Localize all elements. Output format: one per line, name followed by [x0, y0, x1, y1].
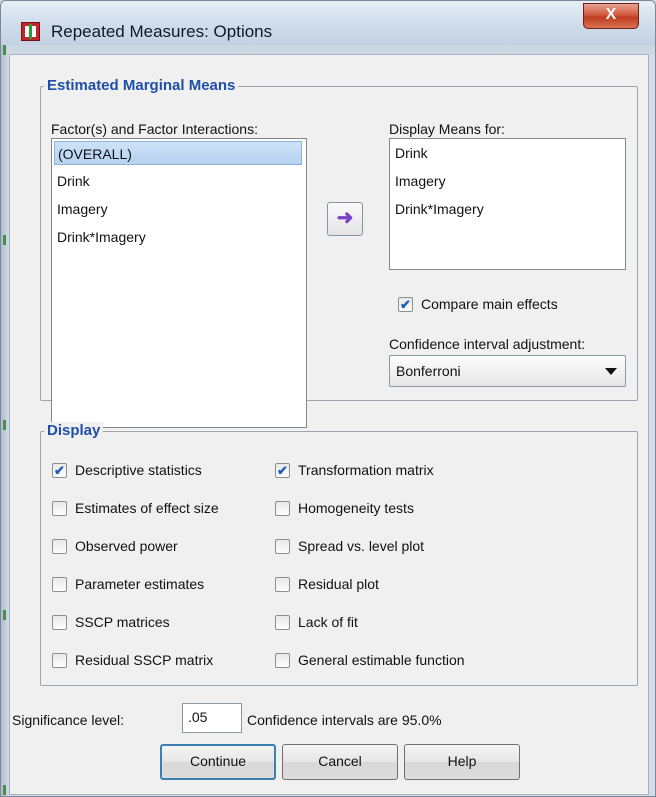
window-title: Repeated Measures: Options [51, 22, 273, 41]
right-arrow-icon: ➜ [336, 207, 354, 229]
check-icon: ✔ [400, 297, 411, 312]
display-means-list-item[interactable]: Drink*Imagery [392, 197, 621, 221]
option-checkbox[interactable] [275, 653, 290, 668]
options-dialog: Repeated Measures: Options X Estimated M… [0, 0, 656, 797]
option-label: Lack of fit [298, 614, 358, 630]
option-label: Observed power [75, 538, 178, 554]
factors-label: Factor(s) and Factor Interactions: [51, 121, 258, 137]
option-checkbox[interactable] [275, 615, 290, 630]
significance-level-input[interactable]: .05 [182, 703, 242, 733]
display-means-list-item[interactable]: Imagery [392, 169, 621, 193]
option-label: General estimable function [298, 652, 465, 668]
help-button[interactable]: Help [404, 744, 520, 780]
display-group-title: Display [44, 422, 104, 439]
option-checkbox[interactable] [52, 615, 67, 630]
compare-main-effects-checkbox[interactable]: ✔ [398, 297, 413, 312]
confidence-intervals-text: Confidence intervals are 95.0% [247, 712, 442, 728]
display-group: Display ✔ Descriptive statistics Estimates… [40, 422, 638, 686]
compare-main-effects-label: Compare main effects [421, 296, 558, 312]
factor-list-item[interactable]: (OVERALL) [54, 141, 302, 165]
option-label: SSCP matrices [75, 614, 170, 630]
option-checkbox[interactable] [52, 539, 67, 554]
close-button[interactable]: X [583, 3, 639, 29]
option-checkbox[interactable]: ✔ [52, 463, 67, 478]
option-label: Homogeneity tests [298, 500, 414, 516]
display-means-list-item[interactable]: Drink [392, 141, 621, 165]
ci-adjustment-dropdown[interactable]: Bonferroni [389, 355, 626, 387]
factor-list-item[interactable]: Drink*Imagery [54, 225, 302, 249]
title-bar: Repeated Measures: Options X [1, 1, 655, 45]
cancel-button[interactable]: Cancel [282, 744, 398, 780]
window-left-edge [1, 45, 9, 796]
option-checkbox[interactable] [275, 539, 290, 554]
display-means-label: Display Means for: [389, 121, 505, 137]
ci-adjustment-value: Bonferroni [396, 363, 461, 379]
continue-button[interactable]: Continue [160, 744, 276, 780]
option-label: Descriptive statistics [75, 462, 202, 478]
check-icon: ✔ [277, 463, 288, 478]
factors-listbox[interactable]: (OVERALL) Drink Imagery Drink*Imagery [51, 138, 307, 428]
check-icon: ✔ [54, 463, 65, 478]
chevron-down-icon [605, 368, 617, 375]
option-checkbox[interactable]: ✔ [275, 463, 290, 478]
option-label: Residual plot [298, 576, 379, 592]
emm-group-title: Estimated Marginal Means [44, 77, 239, 94]
option-label: Parameter estimates [75, 576, 205, 592]
option-label: Residual SSCP matrix [75, 652, 214, 668]
factor-list-item[interactable]: Imagery [54, 197, 302, 221]
factor-list-item[interactable]: Drink [54, 169, 302, 193]
option-checkbox[interactable] [52, 653, 67, 668]
ci-adjustment-label: Confidence interval adjustment: [389, 336, 586, 352]
option-label: Spread vs. level plot [298, 538, 425, 554]
significance-level-label: Significance level: [12, 712, 125, 728]
spss-app-icon [21, 22, 40, 41]
option-checkbox[interactable] [275, 577, 290, 592]
display-means-listbox[interactable]: Drink Imagery Drink*Imagery [389, 138, 626, 270]
option-checkbox[interactable] [275, 501, 290, 516]
dialog-client-area: Estimated Marginal Means Factor(s) and F… [9, 54, 649, 795]
move-right-arrow-button[interactable]: ➜ [327, 202, 363, 236]
emm-group: Estimated Marginal Means Factor(s) and F… [40, 77, 638, 428]
option-checkbox[interactable] [52, 577, 67, 592]
option-checkbox[interactable] [52, 501, 67, 516]
option-label: Transformation matrix [298, 462, 434, 478]
option-label: Estimates of effect size [75, 500, 219, 516]
